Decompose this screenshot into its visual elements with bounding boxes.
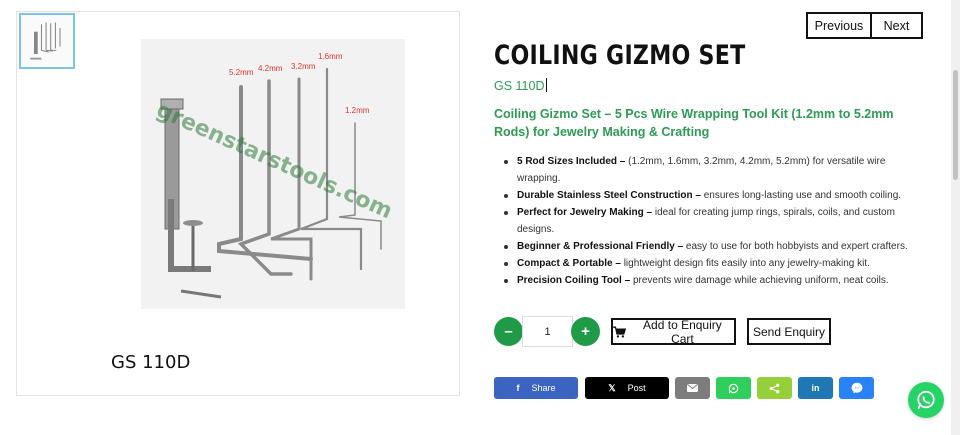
feature-title: Beginner & Professional Friendly – (517, 241, 684, 252)
product-pager: Previous Next (806, 12, 923, 39)
rod-label-3-2: 3.2mm (291, 62, 316, 71)
feature-item: Compact & Portable – lightweight design … (500, 255, 910, 272)
product-thumbnail[interactable] (19, 13, 75, 69)
rod-label-4-2: 4.2mm (258, 64, 283, 73)
next-button[interactable]: Next (872, 12, 923, 39)
feature-title: Precision Coiling Tool – (517, 275, 631, 286)
send-enquiry-button[interactable]: Send Enquiry (747, 318, 831, 345)
feature-item: Perfect for Jewelry Making – ideal for c… (500, 204, 910, 238)
cart-icon (613, 325, 626, 338)
email-icon (687, 384, 698, 392)
share-x-button[interactable]: 𝕏 Post (585, 377, 669, 399)
linkedin-icon: in (811, 383, 820, 393)
previous-button[interactable]: Previous (806, 12, 872, 39)
rod-label-5-2: 5.2mm (229, 68, 254, 77)
feature-item: Precision Coiling Tool – prevents wire d… (500, 272, 910, 289)
feature-list: 5 Rod Sizes Included – (1.2mm, 1.6mm, 3.… (500, 153, 910, 289)
product-main-image[interactable]: 5.2mm 4.2mm 3.2mm 1.6mm 1.2mm greenstars… (141, 39, 405, 309)
share-messenger-button[interactable] (839, 377, 874, 399)
whatsapp-icon (728, 383, 739, 393)
product-sku: GS 110D (494, 78, 547, 93)
thumbnail-image (21, 15, 73, 67)
quantity-decrease-button[interactable]: – (494, 317, 523, 346)
facebook-share-label: Share (531, 383, 556, 393)
sku-text: GS 110D (494, 79, 545, 93)
share-generic-button[interactable] (757, 377, 792, 399)
share-facebook-button[interactable]: f Share (494, 377, 578, 399)
feature-text: lightweight design fits easily into any … (620, 258, 870, 269)
product-title: COILING GIZMO SET (494, 40, 746, 71)
add-to-enquiry-cart-button[interactable]: Add to Enquiry Cart (611, 317, 736, 346)
rod-label-1-6: 1.6mm (318, 52, 343, 61)
feature-text: ensures long-lasting use and smooth coil… (700, 190, 902, 201)
coiling-gizmo-image: 5.2mm 4.2mm 3.2mm 1.6mm 1.2mm greenstars… (141, 39, 405, 309)
feature-item: 5 Rod Sizes Included – (1.2mm, 1.6mm, 3.… (500, 153, 910, 187)
quantity-input[interactable] (522, 316, 573, 347)
feature-item: Beginner & Professional Friendly – easy … (500, 238, 910, 255)
quantity-increase-button[interactable]: + (571, 317, 600, 346)
x-post-label: Post (627, 383, 646, 393)
page-scrollbar[interactable] (951, 0, 960, 435)
facebook-icon: f (516, 383, 520, 393)
add-to-cart-label: Add to Enquiry Cart (643, 317, 722, 346)
feature-title: Compact & Portable – (517, 258, 621, 269)
share-icon (769, 383, 780, 393)
whatsapp-chat-button[interactable] (908, 382, 944, 418)
product-gallery: 5.2mm 4.2mm 3.2mm 1.6mm 1.2mm greenstars… (16, 11, 460, 396)
whatsapp-icon (917, 390, 935, 410)
scrollbar-thumb[interactable] (953, 70, 958, 180)
feature-text: prevents wire damage while achieving uni… (630, 275, 889, 286)
feature-title: 5 Rod Sizes Included – (517, 156, 626, 167)
feature-text: easy to use for both hobbyists and exper… (683, 241, 908, 252)
feature-title: Durable Stainless Steel Construction – (517, 190, 701, 201)
messenger-icon (851, 382, 862, 394)
feature-title: Perfect for Jewelry Making – (517, 207, 653, 218)
text-cursor (545, 78, 547, 92)
product-subtitle: Coiling Gizmo Set – 5 Pcs Wire Wrapping … (494, 107, 894, 139)
share-whatsapp-button[interactable] (716, 377, 751, 399)
gallery-caption: GS 110D (111, 352, 191, 373)
share-email-button[interactable] (675, 377, 710, 399)
rod-label-1-2: 1.2mm (345, 106, 370, 115)
feature-item: Durable Stainless Steel Construction – e… (500, 187, 910, 204)
x-icon: 𝕏 (608, 382, 616, 393)
share-linkedin-button[interactable]: in (798, 377, 833, 399)
